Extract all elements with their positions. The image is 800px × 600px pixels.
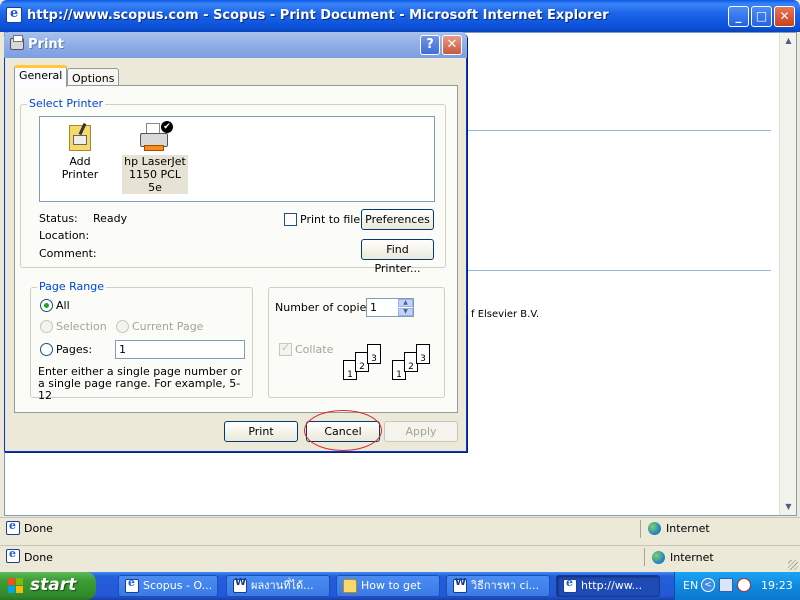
ie-icon <box>563 576 577 593</box>
taskbar-item-word-doc-2[interactable]: วิธีการหา ci... <box>446 575 550 597</box>
add-printer-label: Add Printer <box>61 155 99 181</box>
add-printer-item[interactable]: Add Printer <box>50 122 110 181</box>
taskbar: start Scopus - O... ผลงานที่ได้... How t… <box>0 572 800 600</box>
network-icon[interactable] <box>719 578 733 592</box>
selection-radio <box>40 320 53 333</box>
pages-label[interactable]: Pages: <box>56 343 92 356</box>
number-of-copies-label: Number of copies: <box>275 301 376 314</box>
selection-label: Selection <box>56 320 107 333</box>
taskbar-item-ie-active[interactable]: http://ww... <box>556 575 660 597</box>
dialog-title: Print <box>28 37 64 52</box>
dialog-title-bar[interactable]: Print ? ✕ <box>4 32 467 58</box>
ie-status-bar: Done Internet <box>0 517 800 539</box>
find-printer-button[interactable]: Find Printer... <box>361 239 434 275</box>
spin-down-icon[interactable]: ▼ <box>398 308 413 316</box>
ie-title-bar[interactable]: http://www.scopus.com - Scopus - Print D… <box>0 0 800 32</box>
comment-label: Comment: <box>39 247 97 260</box>
show-hidden-icons-button[interactable]: < <box>701 578 715 592</box>
page-icon <box>6 547 20 563</box>
collate-label: Collate <box>295 343 334 356</box>
folder-icon <box>343 579 357 593</box>
taskbar-item-folder[interactable]: How to get <box>336 575 440 597</box>
collate-illustration-icon: 1 2 3 <box>392 344 434 380</box>
page-divider <box>465 130 771 131</box>
word-icon <box>233 577 247 593</box>
messenger-icon[interactable] <box>737 578 751 592</box>
language-indicator[interactable]: EN <box>683 579 698 592</box>
page-copyright-text: f Elsevier B.V. <box>471 309 540 320</box>
collate-page: 3 <box>416 344 430 364</box>
windows-logo-icon <box>8 578 24 594</box>
page-icon <box>6 519 20 535</box>
status-divider <box>640 520 641 538</box>
printer-item-hp-laserjet[interactable]: ✔ hp LaserJet 1150 PCL 5e <box>122 121 188 194</box>
add-printer-icon <box>65 122 95 153</box>
outer-zone-text: Internet <box>670 551 714 564</box>
status-value: Ready <box>93 212 128 225</box>
status-label: Status: <box>39 212 78 225</box>
close-button[interactable]: ✕ <box>774 6 795 27</box>
current-page-radio <box>116 320 129 333</box>
outer-status-text: Done <box>24 551 53 564</box>
pages-radio[interactable] <box>40 343 53 356</box>
print-to-file-label[interactable]: Print to file <box>300 213 360 226</box>
vertical-scrollbar[interactable]: ▲ ▼ <box>779 33 796 515</box>
ie-logo-icon <box>6 6 22 23</box>
page-range-legend: Page Range <box>37 280 106 293</box>
start-label: start <box>30 575 77 595</box>
word-icon <box>453 577 467 593</box>
copies-stepper[interactable]: ▲ ▼ <box>398 299 413 316</box>
current-page-label: Current Page <box>132 320 204 333</box>
taskbar-item-scopus[interactable]: Scopus - O... <box>118 575 218 597</box>
zone-text: Internet <box>666 522 710 535</box>
taskbar-item-word-doc[interactable]: ผลงานที่ได้... <box>226 575 330 597</box>
page-divider <box>465 270 771 271</box>
status-text: Done <box>24 522 53 535</box>
all-pages-radio[interactable] <box>40 299 53 312</box>
printer-list[interactable]: Add Printer ✔ hp LaserJet 1150 PCL 5e <box>39 116 435 202</box>
preferences-button[interactable]: Preferences <box>361 209 434 230</box>
dialog-close-button[interactable]: ✕ <box>442 35 462 55</box>
printer-name-label: hp LaserJet 1150 PCL 5e <box>122 155 188 194</box>
status-divider <box>644 548 645 566</box>
clock[interactable]: 19:23 <box>761 579 793 592</box>
all-pages-label[interactable]: All <box>56 299 70 312</box>
internet-zone-icon <box>648 522 661 535</box>
cancel-button[interactable]: Cancel <box>306 421 380 442</box>
tab-general[interactable]: General <box>14 65 68 87</box>
collate-page: 3 <box>367 344 381 364</box>
print-button[interactable]: Print <box>224 421 298 442</box>
spin-up-icon[interactable]: ▲ <box>398 299 413 307</box>
internet-zone-icon <box>652 551 665 564</box>
print-to-file-checkbox[interactable] <box>284 213 297 226</box>
ie-window-title: http://www.scopus.com - Scopus - Print D… <box>27 8 609 23</box>
location-label: Location: <box>39 229 90 242</box>
minimize-button[interactable]: _ <box>728 6 749 27</box>
scroll-up-icon[interactable]: ▲ <box>781 33 796 49</box>
maximize-button[interactable]: □ <box>751 6 772 27</box>
print-dialog: Print ? ✕ General Options Select Printer… <box>4 32 467 452</box>
scroll-down-icon[interactable]: ▼ <box>781 499 796 515</box>
outer-status-bar: Done Internet <box>0 545 800 572</box>
resize-grip-icon[interactable] <box>788 560 798 570</box>
pages-input[interactable]: 1 <box>115 340 245 359</box>
system-tray: EN < 19:23 <box>674 572 800 600</box>
help-button[interactable]: ? <box>420 35 440 55</box>
select-printer-legend: Select Printer <box>27 97 106 110</box>
page-range-hint: Enter either a single page number or a s… <box>38 365 242 402</box>
collate-checkbox <box>279 341 292 356</box>
start-button[interactable]: start <box>0 572 96 600</box>
collate-illustration-icon: 1 2 3 <box>343 344 385 380</box>
printer-default-icon: ✔ <box>138 121 173 153</box>
printer-icon <box>10 35 24 50</box>
apply-button: Apply <box>384 421 458 442</box>
ie-icon <box>125 576 139 593</box>
